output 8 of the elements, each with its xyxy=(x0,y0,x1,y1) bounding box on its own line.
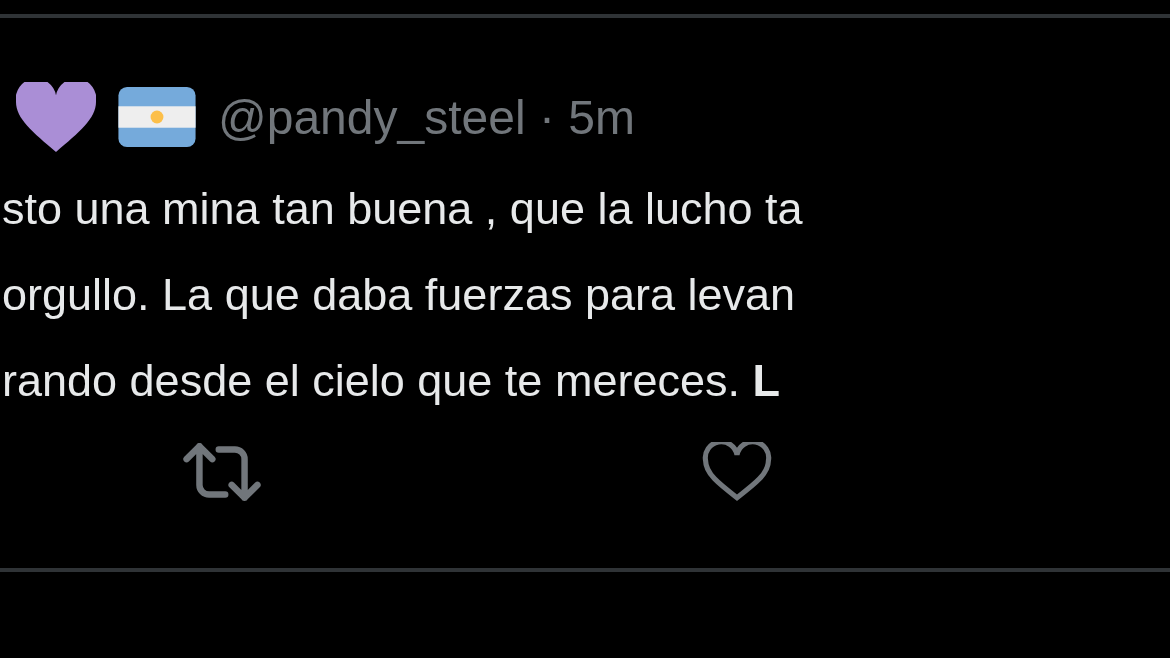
author-handle[interactable]: @pandy_steel · 5m xyxy=(218,89,635,145)
tweet-text-line: rando desde el cielo que te mereces. L xyxy=(1,354,781,408)
tweet-text-line: orgullo. La que daba fuerzas para levan xyxy=(1,268,797,322)
like-icon[interactable] xyxy=(702,442,772,502)
tweet-text-line: sto una mina tan buena , que la lucho ta xyxy=(1,182,804,236)
flag-icon xyxy=(118,87,196,147)
retweet-icon[interactable] xyxy=(182,443,262,501)
heart-icon xyxy=(16,82,96,152)
